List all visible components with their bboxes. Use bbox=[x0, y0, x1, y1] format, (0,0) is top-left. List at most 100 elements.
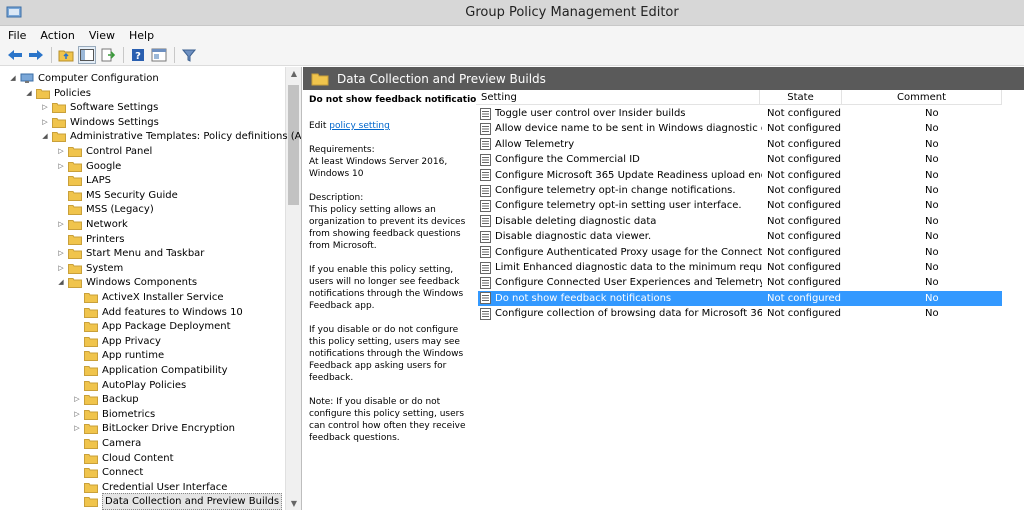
table-row[interactable]: Disable diagnostic data viewer. Not confi… bbox=[478, 229, 1002, 244]
back-arrow-icon[interactable] bbox=[6, 46, 24, 64]
expanded-arrow-icon[interactable]: ◢ bbox=[24, 86, 34, 101]
collapsed-arrow-icon[interactable]: ▷ bbox=[56, 159, 66, 174]
tree-item[interactable]: App Package Deployment bbox=[72, 319, 231, 334]
table-row[interactable]: Configure telemetry opt-in setting user … bbox=[478, 198, 1002, 213]
tree-item[interactable]: ▷ Software Settings bbox=[40, 100, 158, 115]
setting-state: Not configured bbox=[767, 138, 842, 150]
scrollbar-thumb[interactable] bbox=[288, 85, 299, 205]
tree-item[interactable]: ▷ Start Menu and Taskbar bbox=[56, 246, 204, 261]
tree-item[interactable]: Camera bbox=[72, 436, 141, 451]
collapsed-arrow-icon[interactable]: ▷ bbox=[72, 407, 82, 422]
folder-icon bbox=[68, 161, 82, 172]
setting-comment: No bbox=[925, 215, 939, 227]
setting-name: Configure Microsoft 365 Update Readiness… bbox=[495, 169, 762, 181]
collapsed-arrow-icon[interactable]: ▷ bbox=[56, 217, 66, 232]
table-row[interactable]: Allow device name to be sent in Windows … bbox=[478, 121, 1002, 136]
tree-item-label: MSS (Legacy) bbox=[86, 204, 154, 216]
table-row[interactable]: Toggle user control over Insider builds N… bbox=[478, 106, 1002, 121]
show-hide-tree-icon[interactable] bbox=[78, 45, 96, 64]
edit-policy-link[interactable]: policy setting bbox=[329, 121, 390, 131]
tree-item[interactable]: Printers bbox=[56, 232, 124, 247]
export-list-icon[interactable] bbox=[99, 46, 117, 64]
tree-item[interactable]: ◢ Administrative Templates: Policy defini… bbox=[40, 129, 301, 144]
up-folder-icon[interactable] bbox=[57, 46, 75, 64]
tree-item-label: Control Panel bbox=[86, 146, 153, 157]
setting-state: Not configured bbox=[767, 277, 842, 289]
table-row[interactable]: Do not show feedback notifications Not co… bbox=[478, 290, 1002, 306]
expanded-arrow-icon[interactable]: ◢ bbox=[8, 71, 18, 86]
tree-item[interactable]: Data Collection and Preview Builds bbox=[72, 493, 283, 510]
folder-icon bbox=[68, 278, 82, 289]
tree-item[interactable]: ▷ System bbox=[56, 261, 123, 276]
scroll-down-icon[interactable]: ▼ bbox=[286, 499, 301, 508]
column-state[interactable]: State bbox=[760, 90, 842, 104]
tree-item[interactable]: ◢ Computer Configuration bbox=[8, 71, 158, 86]
tree-item-label: Biometrics bbox=[102, 408, 156, 420]
tree-item[interactable]: ▷ Windows Settings bbox=[40, 115, 159, 130]
expanded-arrow-icon[interactable]: ◢ bbox=[40, 129, 50, 144]
folder-icon bbox=[84, 409, 98, 420]
column-setting[interactable]: Setting bbox=[476, 90, 760, 104]
table-row[interactable]: Configure collection of browsing data fo… bbox=[478, 306, 1002, 321]
table-row[interactable]: Configure Microsoft 365 Update Readiness… bbox=[478, 168, 1002, 183]
tree-item[interactable]: ◢ Windows Components bbox=[56, 275, 197, 290]
folder-icon bbox=[36, 88, 50, 99]
expanded-arrow-icon[interactable]: ◢ bbox=[56, 275, 66, 290]
column-comment[interactable]: Comment bbox=[842, 90, 1002, 104]
forward-arrow-icon[interactable] bbox=[27, 46, 45, 64]
window-title: Group Policy Management Editor bbox=[465, 5, 679, 20]
table-row[interactable]: Configure telemetry opt-in change notifi… bbox=[478, 183, 1002, 198]
collapsed-arrow-icon[interactable]: ▷ bbox=[56, 246, 66, 261]
tree-item[interactable]: Connect bbox=[72, 465, 143, 480]
tree-item[interactable]: Application Compatibility bbox=[72, 363, 228, 378]
properties-icon[interactable] bbox=[150, 46, 168, 64]
collapsed-arrow-icon[interactable]: ▷ bbox=[72, 421, 82, 436]
app-icon bbox=[6, 6, 22, 18]
navigation-tree[interactable]: ▲ ▼ ◢ Computer Configuration ◢ Policies ▷ Sof… bbox=[0, 67, 302, 510]
tree-item[interactable]: Cloud Content bbox=[72, 451, 174, 466]
tree-item[interactable]: ▷ BitLocker Drive Encryption bbox=[72, 421, 235, 436]
scroll-up-icon[interactable]: ▲ bbox=[286, 69, 301, 78]
setting-comment: No bbox=[925, 154, 939, 166]
folder-icon bbox=[84, 380, 98, 391]
table-row[interactable]: Configure Authenticated Proxy usage for … bbox=[478, 245, 1002, 260]
tree-item[interactable]: ▷ Biometrics bbox=[72, 407, 155, 422]
tree-item-label: Windows Settings bbox=[70, 116, 159, 128]
table-row[interactable]: Limit Enhanced diagnostic data to the mi… bbox=[478, 260, 1002, 275]
table-row[interactable]: Configure the Commercial ID Not configure… bbox=[478, 152, 1002, 167]
tree-item[interactable]: MSS (Legacy) bbox=[56, 202, 154, 217]
settings-list[interactable]: Setting State Comment Toggle user contro… bbox=[476, 90, 1024, 510]
policy-setting-icon bbox=[480, 122, 491, 135]
collapsed-arrow-icon[interactable]: ▷ bbox=[56, 144, 66, 159]
tree-item[interactable]: ▷ Network bbox=[56, 217, 128, 232]
filter-icon[interactable] bbox=[180, 46, 198, 64]
policy-setting-icon bbox=[480, 230, 491, 243]
collapsed-arrow-icon[interactable]: ▷ bbox=[40, 100, 50, 115]
tree-item[interactable]: App Privacy bbox=[72, 334, 161, 349]
tree-item[interactable]: ActiveX Installer Service bbox=[72, 290, 223, 305]
help-icon[interactable]: ? bbox=[129, 46, 147, 64]
collapsed-arrow-icon[interactable]: ▷ bbox=[56, 261, 66, 276]
table-row[interactable]: Allow Telemetry Not configured No bbox=[478, 137, 1002, 152]
menu-help[interactable]: Help bbox=[129, 29, 154, 42]
tree-item[interactable]: ▷ Control Panel bbox=[56, 144, 152, 159]
table-row[interactable]: Disable deleting diagnostic data Not conf… bbox=[478, 214, 1002, 229]
tree-item[interactable]: ▷ Backup bbox=[72, 392, 139, 407]
tree-item[interactable]: ▷ Google bbox=[56, 159, 121, 174]
collapsed-arrow-icon[interactable]: ▷ bbox=[72, 392, 82, 407]
tree-item[interactable]: LAPS bbox=[56, 173, 111, 188]
menu-action[interactable]: Action bbox=[40, 29, 74, 42]
tree-item[interactable]: App runtime bbox=[72, 348, 164, 363]
setting-state: Not configured bbox=[767, 262, 842, 273]
menu-view[interactable]: View bbox=[89, 29, 115, 42]
details-heading: Data Collection and Preview Builds bbox=[337, 71, 546, 86]
tree-item[interactable]: Add features to Windows 10 bbox=[72, 305, 243, 320]
collapsed-arrow-icon[interactable]: ▷ bbox=[40, 115, 50, 130]
tree-item[interactable]: AutoPlay Policies bbox=[72, 378, 186, 393]
menu-file[interactable]: File bbox=[8, 29, 26, 42]
setting-state: Not configured bbox=[767, 154, 842, 166]
description-text-4: Note: If you disable or do not configure… bbox=[309, 397, 466, 443]
tree-item[interactable]: ◢ Policies bbox=[24, 86, 91, 101]
table-row[interactable]: Configure Connected User Experiences and… bbox=[478, 275, 1002, 290]
tree-item[interactable]: MS Security Guide bbox=[56, 188, 178, 203]
